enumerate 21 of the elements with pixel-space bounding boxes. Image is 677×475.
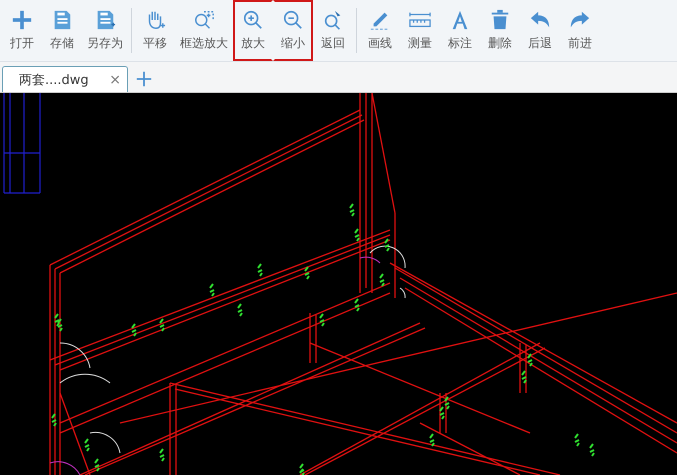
toolbar-button[interactable]: 平移 bbox=[135, 0, 175, 61]
toolbar-button[interactable]: 标注 bbox=[440, 0, 480, 61]
toolbar-button[interactable]: 框选放大 bbox=[175, 0, 233, 61]
toolbar-button[interactable]: 存储 bbox=[42, 0, 82, 61]
toolbar-button[interactable]: 返回 bbox=[313, 0, 353, 61]
new-tab-icon[interactable] bbox=[135, 70, 153, 88]
zoom-out-icon bbox=[282, 9, 304, 31]
toolbar-button[interactable]: 删除 bbox=[480, 0, 520, 61]
plus-icon bbox=[11, 9, 33, 31]
toolbar-button[interactable]: 后退 bbox=[520, 0, 560, 61]
toolbar-button[interactable]: 另存为 bbox=[82, 0, 128, 61]
toolbar-button[interactable]: 测量 bbox=[400, 0, 440, 61]
tab-title: 两套....dwg bbox=[19, 72, 89, 88]
toolbar-button[interactable]: 画线 bbox=[360, 0, 400, 61]
toolbar-button[interactable]: 前进 bbox=[560, 0, 600, 61]
zoom-box-icon bbox=[193, 9, 215, 31]
toolbar-button[interactable]: 打开 bbox=[2, 0, 42, 61]
zoom-in-icon bbox=[242, 9, 264, 31]
trash-icon bbox=[489, 9, 511, 31]
close-button[interactable]: × bbox=[109, 72, 121, 88]
file-tab[interactable]: 两套....dwg × bbox=[2, 66, 128, 92]
